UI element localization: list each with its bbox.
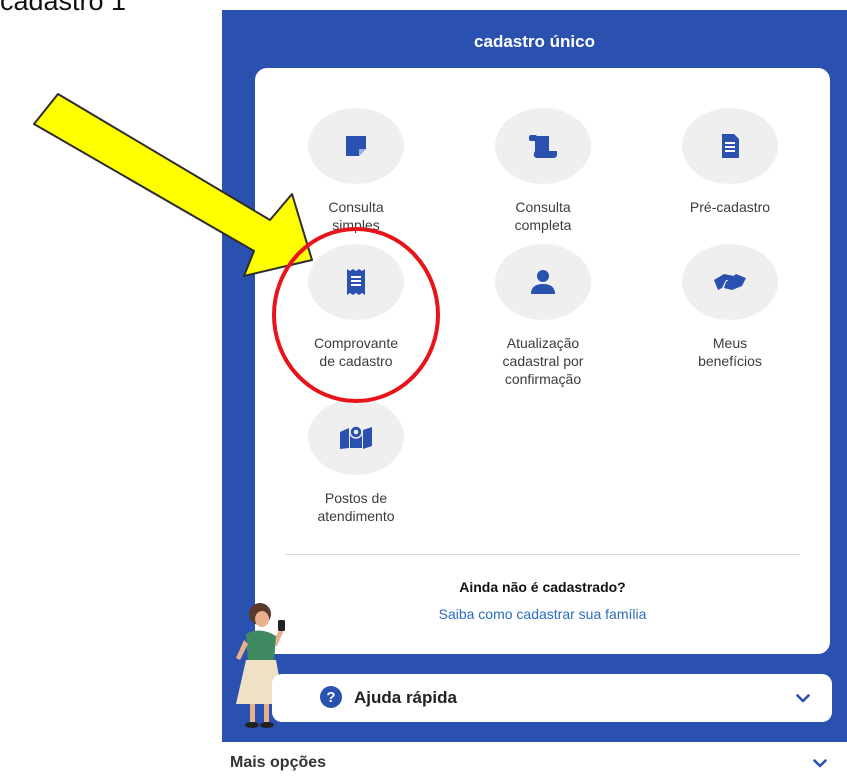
annotation-overlay [33, 93, 440, 403]
annotation-circle [272, 227, 440, 403]
annotation-arrow [33, 93, 313, 277]
